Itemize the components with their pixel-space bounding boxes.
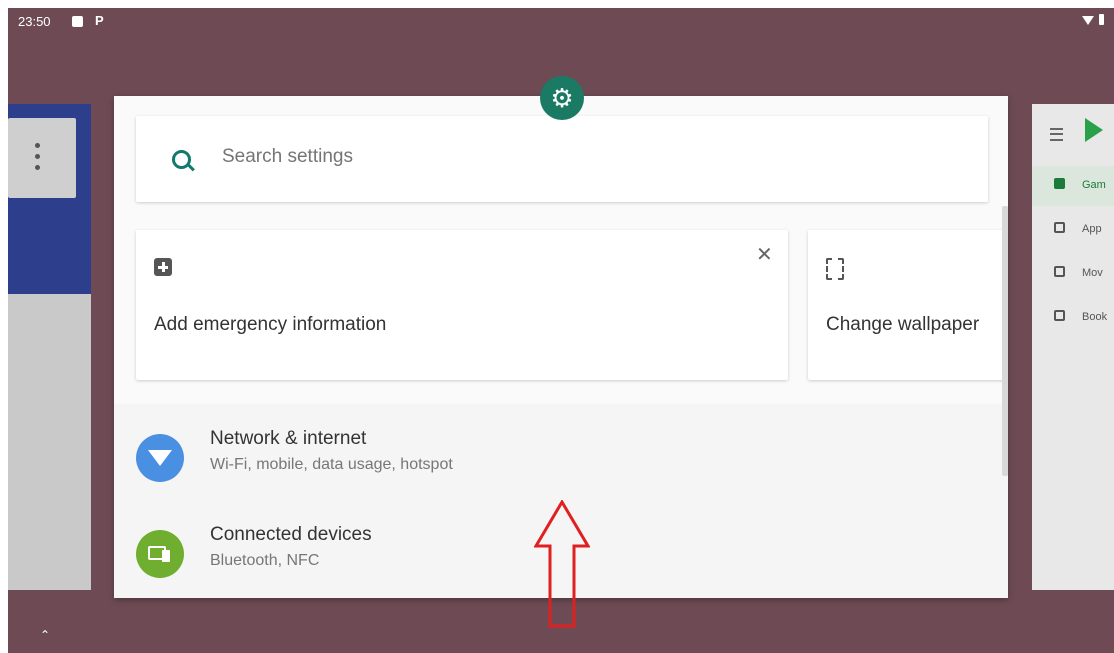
- image-notification-icon: [72, 16, 83, 27]
- play-nav-item-movies[interactable]: Mov: [1032, 254, 1114, 294]
- play-nav-item-games[interactable]: Gam: [1032, 166, 1114, 206]
- play-nav-item-apps[interactable]: App: [1032, 210, 1114, 250]
- play-nav-label: Mov: [1082, 267, 1103, 279]
- more-vert-icon: [35, 154, 40, 159]
- wallpaper-icon: [826, 258, 844, 280]
- list-item-title: Connected devices: [210, 524, 372, 545]
- list-item-subtitle: Wi‑Fi, mobile, data usage, hotspot: [210, 456, 453, 473]
- wifi-icon: [1082, 16, 1094, 25]
- close-icon[interactable]: ✕: [756, 242, 773, 267]
- film-icon: [1054, 266, 1065, 277]
- overflow-menu-button[interactable]: [8, 118, 76, 198]
- more-vert-icon: [35, 165, 40, 170]
- search-bar[interactable]: [136, 116, 988, 202]
- play-nav-label: App: [1082, 223, 1102, 235]
- devices-icon: [136, 530, 184, 578]
- recent-app-card-left[interactable]: [8, 104, 91, 590]
- play-store-preview: Gam App Mov Book: [1032, 104, 1114, 590]
- gear-icon[interactable]: ⚙: [540, 76, 584, 120]
- apps-grid-icon: [1054, 222, 1065, 233]
- suggestion-card-emergency[interactable]: ✕ Add emergency information: [136, 230, 788, 380]
- suggestion-title: Change wallpaper: [826, 314, 980, 335]
- list-item-network[interactable]: Network & internet Wi‑Fi, mobile, data u…: [114, 404, 1008, 500]
- play-nav-label: Book: [1082, 311, 1108, 323]
- scrollbar[interactable]: [1002, 206, 1008, 476]
- swipe-up-annotation-arrow-icon: [534, 500, 590, 628]
- gamepad-icon: [1054, 178, 1065, 189]
- more-vert-icon: [35, 143, 40, 148]
- wifi-icon: [136, 434, 184, 482]
- suggestion-title: Add emergency information: [154, 314, 387, 335]
- search-icon: [172, 150, 191, 169]
- recents-screen: 23:50 P Gam App Mov Book ⚙ Search settin…: [8, 8, 1114, 653]
- play-nav-item-books[interactable]: Book: [1032, 298, 1114, 338]
- status-time: 23:50: [18, 14, 51, 29]
- search-input[interactable]: [222, 146, 822, 168]
- play-nav-label: Gam: [1082, 179, 1106, 191]
- hamburger-menu-icon[interactable]: [1050, 128, 1063, 141]
- p-notification-icon: P: [95, 13, 104, 28]
- list-item-subtitle: Bluetooth, NFC: [210, 552, 320, 569]
- battery-icon: [1099, 14, 1104, 25]
- recent-app-card-right[interactable]: Gam App Mov Book: [1032, 104, 1114, 590]
- chevron-up-icon[interactable]: ⌃: [40, 628, 50, 642]
- book-icon: [1054, 310, 1065, 321]
- play-store-logo-icon: [1085, 118, 1103, 142]
- status-bar: 23:50 P: [8, 8, 1114, 36]
- plus-box-icon: [154, 258, 172, 276]
- list-item-title: Network & internet: [210, 428, 367, 449]
- suggestion-card-wallpaper[interactable]: Change wallpaper: [808, 230, 1008, 380]
- left-card-header: [8, 104, 91, 294]
